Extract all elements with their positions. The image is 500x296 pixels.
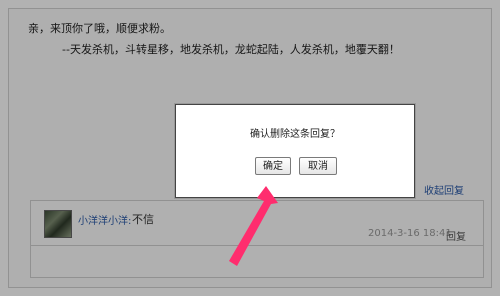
arrow-shape <box>229 186 278 266</box>
annotation-arrow-icon <box>229 186 278 266</box>
